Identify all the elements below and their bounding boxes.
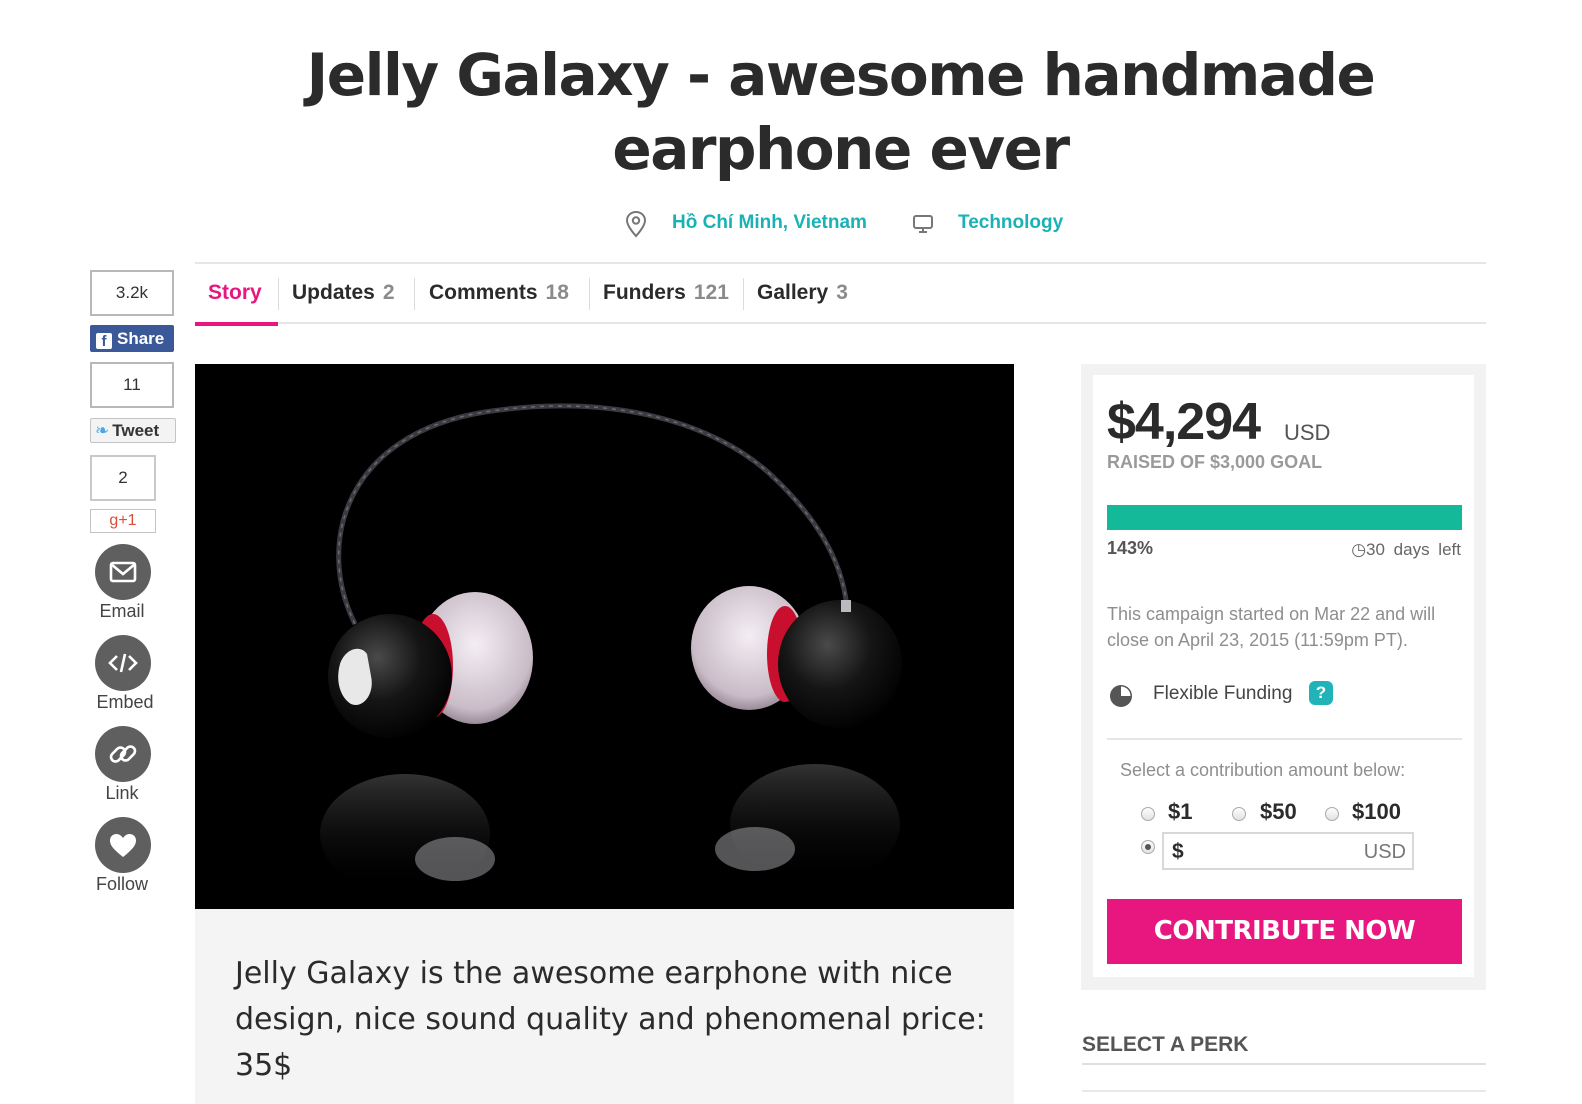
amount-radio-100[interactable] [1325,807,1339,821]
campaign-tabs: Story Updates 2 Comments 18 Funders 121 Gal… [195,264,1486,326]
facebook-share-count: 3.2k [90,270,174,316]
category-link[interactable]: Technology [958,212,1063,234]
tab-label: Funders [603,281,686,304]
facebook-share-button[interactable]: f Share [90,325,174,352]
amount-currency: USD [1284,420,1331,445]
tab-separator [743,278,744,310]
copy-link-button[interactable] [95,726,151,782]
amount-option-100[interactable]: $100 [1352,799,1401,825]
amount-option-50[interactable]: $50 [1260,799,1297,825]
tab-funders[interactable]: Funders 121 [603,264,729,322]
funding-percent: 143% [1107,538,1154,558]
tab-label: Updates [292,281,375,304]
tab-label: Story [208,281,262,304]
tab-count: 121 [693,281,729,304]
email-label: Email [99,601,145,621]
amount-radio-1[interactable] [1141,807,1155,821]
tab-separator [414,278,415,310]
tab-comments[interactable]: Comments 18 [429,264,569,322]
gplus-count: 2 [90,455,156,501]
tweet-label: Tweet [112,421,160,440]
tab-label: Comments [429,281,538,304]
funding-type: Flexible Funding [1153,683,1293,704]
days-left: ◷30 days left [1351,540,1461,560]
follow-label: Follow [95,874,148,894]
days-left-text: 30 days left [1366,540,1461,559]
tab-gallery[interactable]: Gallery 3 [757,264,848,322]
help-icon[interactable]: ? [1309,681,1333,705]
email-share-button[interactable] [95,544,151,600]
goal-text: RAISED OF $3,000 GOAL [1107,452,1323,472]
code-embed-icon [108,653,138,673]
perk-divider-2 [1082,1090,1486,1092]
funding-progress-fill [1107,505,1462,530]
amount-radio-custom[interactable] [1141,840,1155,854]
tab-separator [589,278,590,310]
campaign-title: Jelly Galaxy - awesome handmade earphone… [306,41,1376,183]
clock-icon: ◷ [1351,540,1367,559]
campaign-hero-image[interactable] [195,364,1014,909]
link-label: Link [105,783,139,803]
facebook-icon: f [96,333,112,350]
category-monitor-icon [913,215,933,233]
envelope-icon [109,561,137,583]
amount-radio-50[interactable] [1232,807,1246,821]
earphones-photo [195,364,1014,909]
contribution-prompt: Select a contribution amount below: [1120,760,1406,780]
amount-option-1[interactable]: $1 [1168,799,1192,825]
campaign-dates: This campaign started on Mar 22 and will… [1107,604,1436,650]
campaign-meta: Hồ Chí Minh, Vietnam Technology [0,206,1582,240]
location-link[interactable]: Hồ Chí Minh, Vietnam [672,212,867,234]
tweet-count: 11 [90,362,174,408]
custom-amount-prefix: $ [1172,840,1184,863]
custom-amount-input[interactable]: $ USD [1162,832,1414,870]
select-perk-heading: SELECT A PERK [1082,1033,1249,1056]
facebook-share-label: Share [117,329,165,348]
tab-updates[interactable]: Updates 2 [292,264,395,322]
custom-amount-currency: USD [1363,841,1406,863]
gplus-button[interactable]: g+1 [90,509,156,533]
tab-count: 3 [836,281,848,304]
tab-count: 18 [545,281,569,304]
panel-divider [1107,738,1462,740]
tab-label: Gallery [757,281,829,304]
tab-count: 2 [382,281,395,304]
twitter-bird-icon: ❧ [95,421,110,440]
tab-separator [278,278,279,310]
embed-label: Embed [96,692,154,712]
campaign-summary-text: Jelly Galaxy is the awesome earphone wit… [235,956,986,1083]
heart-icon [110,834,136,857]
contribute-now-button[interactable]: CONTRIBUTE NOW [1107,899,1462,964]
embed-button[interactable] [95,635,151,691]
campaign-summary: Jelly Galaxy is the awesome earphone wit… [195,909,1014,1104]
tab-story[interactable]: Story [195,264,278,326]
follow-button[interactable] [95,817,151,873]
chain-link-icon [109,745,137,763]
funding-progress-bar [1107,505,1462,530]
tweet-button[interactable]: ❧ Tweet [90,418,176,443]
perk-divider [1082,1063,1486,1065]
amount-raised: $4,294 [1107,393,1261,451]
location-pin-icon [625,210,647,238]
pie-chart-icon [1110,685,1132,707]
